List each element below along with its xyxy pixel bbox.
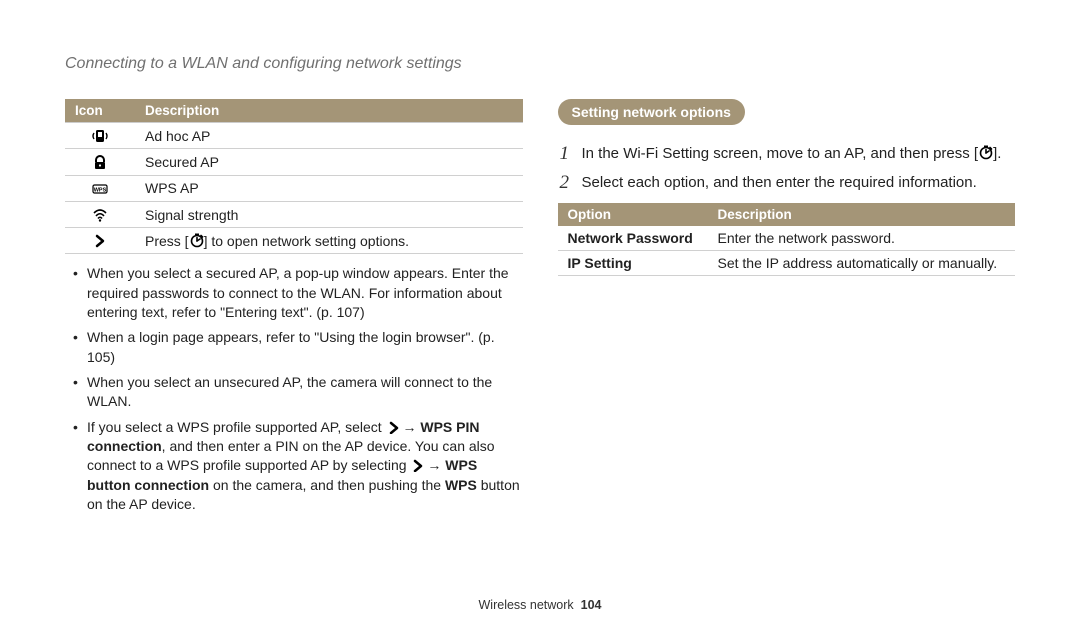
left-column: Icon Description Ad hoc AP Secured AP WP… bbox=[65, 99, 523, 520]
th-option: Option bbox=[558, 203, 708, 226]
page-title: Connecting to a WLAN and configuring net… bbox=[65, 55, 1015, 73]
timer-icon bbox=[189, 232, 204, 248]
cell-desc: Press [] to open network setting options… bbox=[135, 228, 523, 254]
list-item: When a login page appears, refer to "Usi… bbox=[87, 328, 523, 367]
table-row: Signal strength bbox=[65, 201, 523, 227]
th-desc: Description bbox=[708, 203, 1016, 226]
cell-desc: Signal strength bbox=[135, 201, 523, 227]
table-row: Press [] to open network setting options… bbox=[65, 228, 523, 254]
table-row: Ad hoc AP bbox=[65, 123, 523, 149]
list-item: When you select a secured AP, a pop-up w… bbox=[87, 264, 523, 322]
table-row: Network Password Enter the network passw… bbox=[558, 226, 1016, 251]
timer-icon bbox=[978, 144, 993, 160]
right-column: Setting network options In the Wi-Fi Set… bbox=[558, 99, 1016, 520]
list-item: When you select an unsecured AP, the cam… bbox=[87, 373, 523, 412]
list-item: If you select a WPS profile supported AP… bbox=[87, 418, 523, 515]
footer-label: Wireless network bbox=[479, 598, 574, 612]
icon-legend-table: Icon Description Ad hoc AP Secured AP WP… bbox=[65, 99, 523, 254]
chevron-right-icon bbox=[92, 233, 108, 249]
cell-desc: Secured AP bbox=[135, 149, 523, 175]
options-table: Option Description Network Password Ente… bbox=[558, 203, 1016, 276]
cell-option: IP Setting bbox=[558, 251, 708, 276]
section-pill: Setting network options bbox=[558, 99, 745, 125]
steps-list: In the Wi-Fi Setting screen, move to an … bbox=[558, 143, 1016, 193]
cell-desc: Enter the network password. bbox=[708, 226, 1016, 251]
lock-icon bbox=[92, 155, 108, 171]
table-row: IP Setting Set the IP address automatica… bbox=[558, 251, 1016, 276]
cell-desc: Set the IP address automatically or manu… bbox=[708, 251, 1016, 276]
th-icon: Icon bbox=[65, 99, 135, 123]
adhoc-icon bbox=[92, 128, 108, 144]
table-row: Secured AP bbox=[65, 149, 523, 175]
cell-desc: WPS AP bbox=[135, 175, 523, 201]
table-row: WPS AP bbox=[65, 175, 523, 201]
cell-option: Network Password bbox=[558, 226, 708, 251]
wifi-icon bbox=[92, 207, 108, 223]
notes-list: When you select a secured AP, a pop-up w… bbox=[65, 264, 523, 514]
wps-icon bbox=[92, 181, 108, 197]
chevron-right-icon bbox=[386, 420, 399, 434]
th-desc: Description bbox=[135, 99, 523, 123]
page-footer: Wireless network 104 bbox=[0, 598, 1080, 612]
step-item: Select each option, and then enter the r… bbox=[558, 172, 1016, 193]
chevron-right-icon bbox=[410, 458, 423, 472]
cell-desc: Ad hoc AP bbox=[135, 123, 523, 149]
step-item: In the Wi-Fi Setting screen, move to an … bbox=[558, 143, 1016, 164]
page-number: 104 bbox=[581, 598, 602, 612]
